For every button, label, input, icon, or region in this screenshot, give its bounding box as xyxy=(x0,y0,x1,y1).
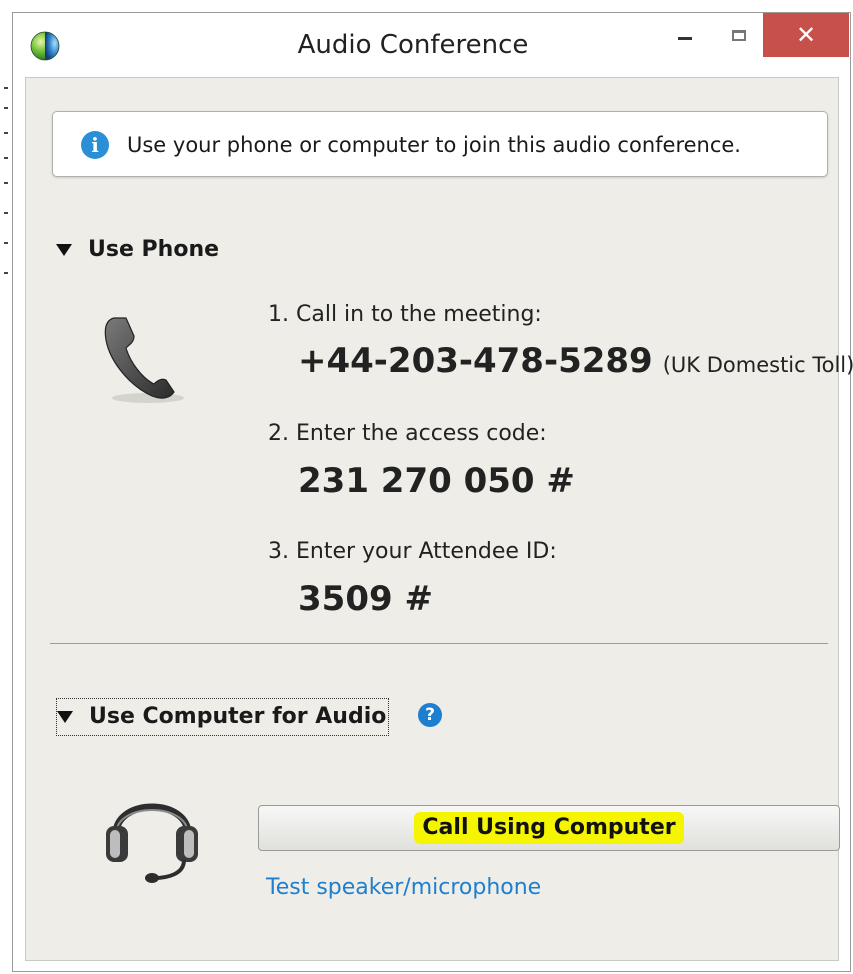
maximize-icon xyxy=(732,29,746,41)
phone-number-value: +44-203-478-5289 xyxy=(298,341,653,381)
call-using-computer-button[interactable]: Call Using Computer xyxy=(258,805,840,851)
step-1-label: 1. Call in to the meeting: xyxy=(268,302,542,327)
collapse-triangle-icon xyxy=(57,711,73,723)
close-icon: ✕ xyxy=(795,21,817,49)
test-speaker-microphone-link[interactable]: Test speaker/microphone xyxy=(266,873,541,903)
collapse-triangle-icon xyxy=(56,244,72,256)
audio-conference-window: Audio Conference ✕ i Use your phone or c… xyxy=(12,12,853,972)
access-code-value: 231 270 050 # xyxy=(298,461,575,501)
globe-app-icon xyxy=(30,31,60,61)
step-2-label: 2. Enter the access code: xyxy=(268,421,547,446)
title-bar[interactable]: Audio Conference ✕ xyxy=(13,13,850,79)
phone-number: +44-203-478-5289 (UK Domestic Toll) xyxy=(298,341,853,385)
help-icon[interactable]: ? xyxy=(418,703,442,727)
use-computer-label: Use Computer for Audio xyxy=(89,704,387,729)
info-banner: i Use your phone or computer to join thi… xyxy=(52,111,828,177)
attendee-id-value: 3509 # xyxy=(298,579,433,619)
info-icon: i xyxy=(81,131,109,159)
close-button[interactable]: ✕ xyxy=(763,13,849,57)
background-window-edge xyxy=(0,12,12,312)
use-phone-toggle[interactable]: Use Phone xyxy=(56,235,219,265)
call-using-computer-label: Call Using Computer xyxy=(414,812,684,844)
phone-number-note: (UK Domestic Toll) xyxy=(662,353,853,377)
maximize-button[interactable] xyxy=(715,13,763,57)
section-divider xyxy=(50,643,828,644)
use-computer-toggle[interactable]: Use Computer for Audio xyxy=(56,698,390,736)
info-text: Use your phone or computer to join this … xyxy=(127,133,741,157)
headset-icon xyxy=(106,803,198,883)
use-phone-label: Use Phone xyxy=(88,237,220,262)
minimize-button[interactable] xyxy=(655,13,715,57)
phone-handset-icon xyxy=(104,317,184,403)
window-title: Audio Conference xyxy=(297,30,529,60)
dialog-content: i Use your phone or computer to join thi… xyxy=(25,77,853,961)
step-3-label: 3. Enter your Attendee ID: xyxy=(268,539,557,564)
minimize-icon xyxy=(678,36,692,40)
